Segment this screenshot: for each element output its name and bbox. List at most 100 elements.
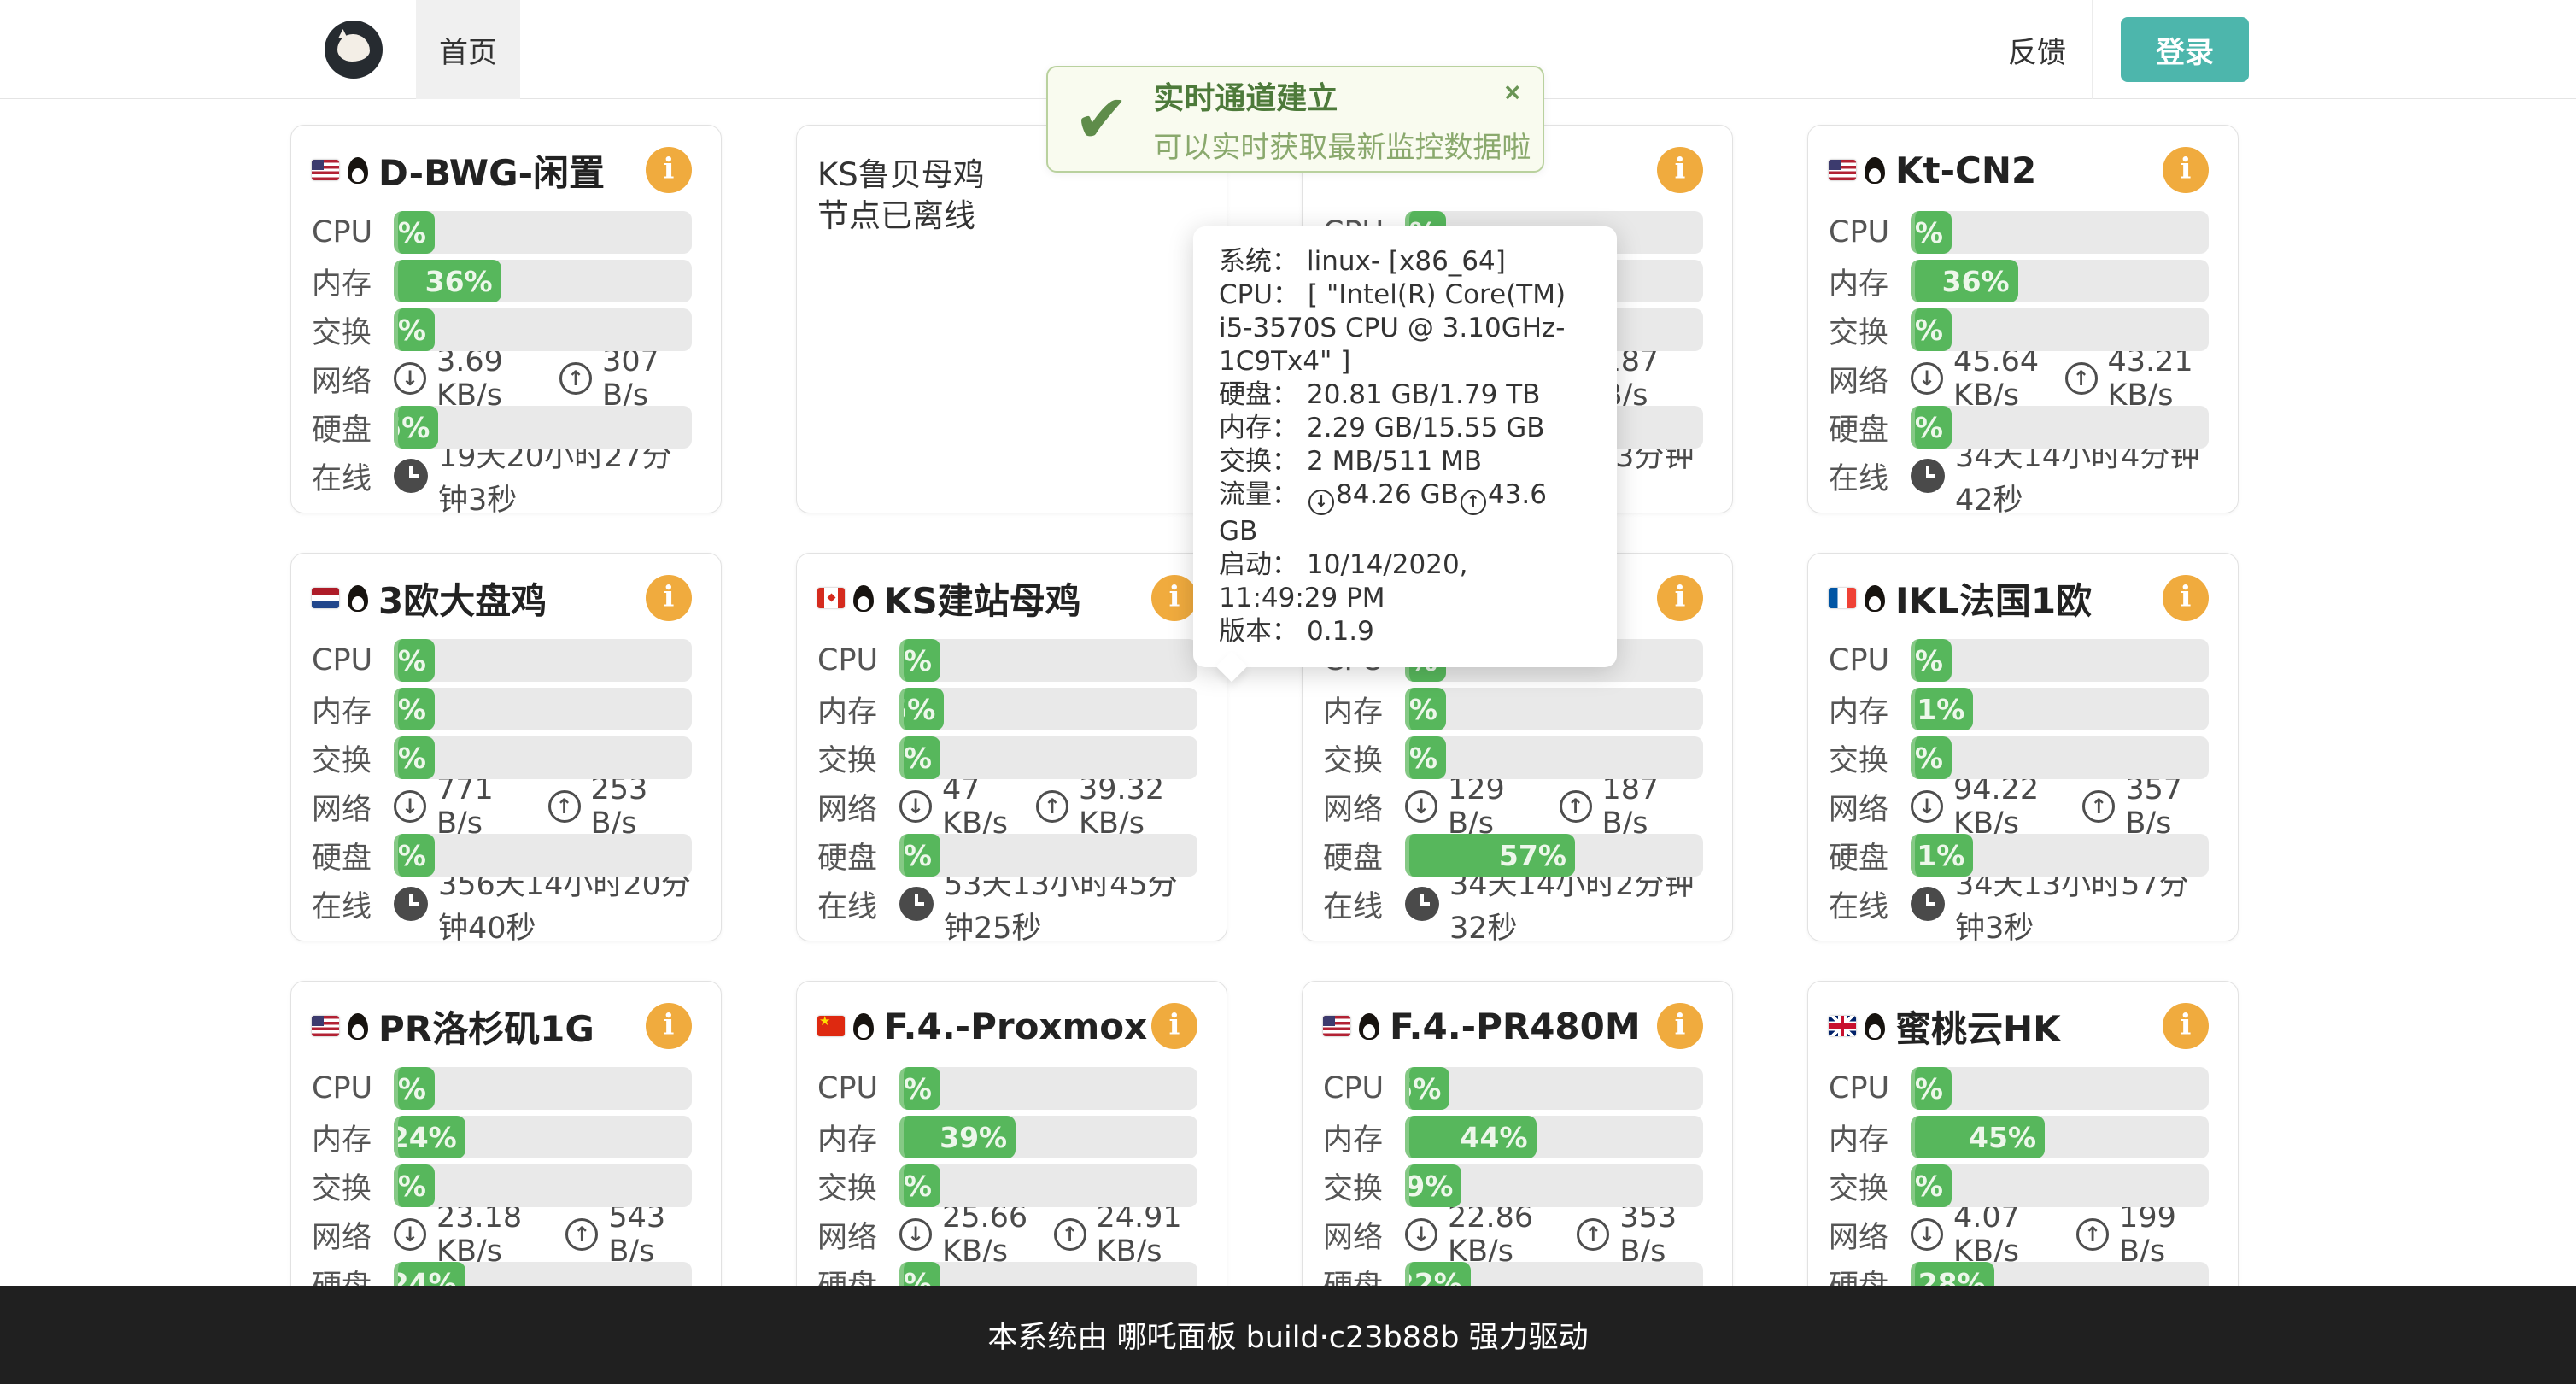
usage-percent-label: 39% bbox=[940, 1121, 1007, 1154]
usage-percent-label: 36% bbox=[1942, 265, 2010, 298]
clock-icon bbox=[1911, 459, 1945, 493]
usage-bar-fill: 45% bbox=[1911, 1116, 2045, 1158]
usage-percent-label: 19% bbox=[1405, 1170, 1453, 1203]
info-icon[interactable] bbox=[646, 575, 692, 621]
disk-usage-bar: 57% bbox=[1405, 834, 1703, 877]
info-icon[interactable] bbox=[1151, 1003, 1197, 1049]
upload-icon bbox=[2065, 362, 2098, 395]
tab-home[interactable]: 首页 bbox=[416, 0, 520, 99]
disk-usage-bar: 11% bbox=[1911, 406, 2209, 449]
usage-bar-fill: 57% bbox=[1405, 834, 1575, 877]
info-icon[interactable] bbox=[1151, 575, 1197, 621]
country-flag-icon bbox=[312, 160, 339, 180]
network-row: 网络4.07 KB/s199 B/s bbox=[1829, 1213, 2209, 1256]
download-icon bbox=[899, 1218, 932, 1251]
server-card-title: F.4.-Proxmox bbox=[817, 999, 1197, 1053]
download-icon bbox=[1911, 362, 1943, 395]
upload-icon bbox=[565, 1218, 598, 1251]
network-values: 45.64 KB/s43.21 KB/s bbox=[1911, 344, 2209, 413]
info-icon[interactable] bbox=[2163, 1003, 2209, 1049]
nav-feedback-link[interactable]: 反馈 bbox=[1982, 0, 2093, 99]
info-icon[interactable] bbox=[1657, 147, 1703, 193]
info-icon[interactable] bbox=[2163, 575, 2209, 621]
disk-usage-bar: 1% bbox=[899, 834, 1197, 877]
swap-usage-bar: 0% bbox=[394, 1164, 692, 1207]
server-name: 3欧大盘鸡 bbox=[378, 572, 547, 625]
offline-status-text: 节点已离线 bbox=[817, 196, 1197, 237]
download-icon bbox=[394, 362, 426, 395]
clock-icon bbox=[1911, 887, 1945, 921]
usage-bar-fill: 1% bbox=[394, 211, 435, 254]
metric-label: 内存 bbox=[312, 688, 394, 731]
network-row: 网络22.86 KB/s353 B/s bbox=[1323, 1213, 1703, 1256]
usage-percent-label: 36% bbox=[425, 265, 493, 298]
metric-label: 内存 bbox=[817, 688, 899, 731]
server-name: KS建站母鸡 bbox=[884, 572, 1081, 625]
network-download-value: 3.69 KB/s bbox=[436, 344, 549, 413]
tooltip-row-cpu: CPU：[ "Intel(R) Core(TM) i5-3570S CPU @ … bbox=[1219, 279, 1591, 378]
country-flag-icon bbox=[817, 1016, 845, 1036]
site-logo-avatar[interactable] bbox=[325, 21, 383, 79]
linux-penguin-icon bbox=[853, 585, 874, 612]
upload-icon bbox=[548, 790, 581, 823]
usage-percent-label: 1% bbox=[1911, 216, 1943, 249]
country-flag-icon bbox=[312, 1016, 339, 1036]
network-row: 网络94.22 KB/s357 B/s bbox=[1829, 785, 2209, 828]
country-flag-icon bbox=[1829, 160, 1856, 180]
network-values: 25.66 KB/s24.91 KB/s bbox=[899, 1200, 1197, 1269]
cpu-row: CPU0% bbox=[312, 639, 692, 682]
download-icon bbox=[1405, 790, 1437, 823]
metric-label: CPU bbox=[1829, 215, 1911, 249]
usage-percent-label: 5% bbox=[394, 1072, 426, 1105]
info-icon[interactable] bbox=[2163, 147, 2209, 193]
server-card-title: F.4.-PR480M bbox=[1323, 999, 1703, 1053]
usage-bar-fill: 6% bbox=[394, 688, 435, 730]
server-card: 3欧大盘鸡CPU0%内存6%交换0%网络771 B/s253 B/s硬盘1%在线… bbox=[290, 553, 722, 941]
metric-label: 内存 bbox=[312, 260, 394, 303]
metric-label: 交换 bbox=[1323, 1164, 1405, 1208]
uptime-row: 在线34天14小时4分钟42秒 bbox=[1829, 454, 2209, 497]
linux-penguin-icon bbox=[1865, 1013, 1885, 1040]
disk-row: 硬盘57% bbox=[1323, 834, 1703, 877]
usage-percent-label: 0% bbox=[394, 1170, 426, 1203]
country-flag-icon bbox=[817, 588, 845, 608]
info-icon[interactable] bbox=[1657, 1003, 1703, 1049]
close-icon[interactable] bbox=[1499, 78, 1525, 107]
usage-bar-fill: 0% bbox=[394, 308, 435, 351]
network-row: 网络771 B/s253 B/s bbox=[312, 785, 692, 828]
info-icon[interactable] bbox=[646, 1003, 692, 1049]
usage-bar-fill: 1% bbox=[394, 834, 435, 877]
usage-bar-fill: 1% bbox=[899, 834, 940, 877]
server-card-title: PR洛杉矶1G bbox=[312, 999, 692, 1053]
toast-title: 实时通道建立 bbox=[1153, 73, 1531, 118]
usage-percent-label: 1% bbox=[899, 644, 932, 677]
swap-row: 交换1% bbox=[1829, 736, 2209, 779]
network-values: 94.22 KB/s357 B/s bbox=[1911, 772, 2209, 841]
mem-row: 内存36% bbox=[1829, 260, 2209, 302]
cpu-usage-bar: 15% bbox=[1405, 1067, 1703, 1110]
network-download-value: 94.22 KB/s bbox=[1953, 772, 2072, 841]
network-upload-value: 24.91 KB/s bbox=[1097, 1200, 1198, 1269]
upload-icon bbox=[1054, 1218, 1086, 1251]
mem-row: 内存6% bbox=[312, 688, 692, 730]
server-card-title: KS建站母鸡 bbox=[817, 571, 1197, 625]
swap-row: 交换0% bbox=[312, 736, 692, 779]
info-icon[interactable] bbox=[1657, 575, 1703, 621]
usage-bar-fill: 0% bbox=[899, 736, 940, 779]
metric-label: 交换 bbox=[312, 1164, 394, 1208]
cpu-usage-bar: 0% bbox=[394, 639, 692, 682]
memory-usage-bar: 3% bbox=[1405, 688, 1703, 730]
server-card-title: D-BWG-闲置 bbox=[312, 143, 692, 197]
usage-percent-label: 0% bbox=[394, 644, 426, 677]
metric-label: 交换 bbox=[817, 736, 899, 780]
login-button[interactable]: 登录 bbox=[2121, 17, 2249, 82]
usage-percent-label: 3% bbox=[1405, 693, 1437, 726]
memory-usage-bar: 44% bbox=[1405, 1116, 1703, 1158]
usage-percent-label: 15% bbox=[394, 411, 430, 444]
server-name: F.4.-PR480M bbox=[1390, 1006, 1641, 1047]
network-values: 129 B/s187 B/s bbox=[1405, 772, 1703, 841]
cpu-usage-bar: 5% bbox=[899, 1067, 1197, 1110]
info-icon[interactable] bbox=[646, 147, 692, 193]
cpu-usage-bar: 1% bbox=[1911, 211, 2209, 254]
metric-label: CPU bbox=[1829, 1071, 1911, 1105]
